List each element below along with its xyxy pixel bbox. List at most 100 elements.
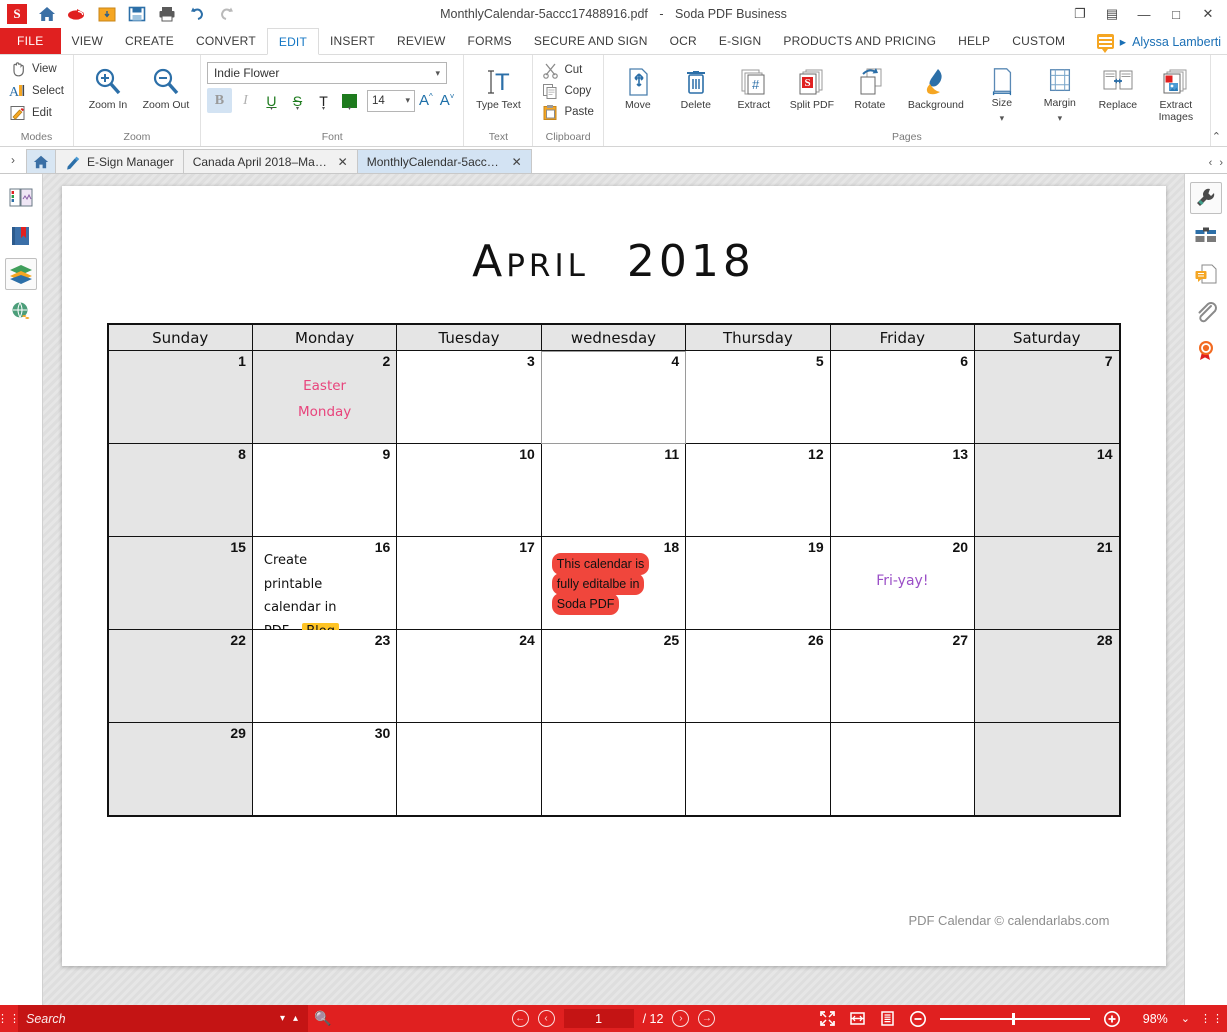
calendar-day-cell[interactable]: 5 bbox=[685, 350, 831, 444]
document-viewport[interactable]: April 2018 Sunday Monday Tuesday wednesda… bbox=[43, 174, 1184, 1005]
calendar-day-cell[interactable]: 9 bbox=[251, 443, 398, 537]
menu-item-view[interactable]: VIEW bbox=[61, 28, 114, 54]
move-pages-button[interactable]: Move bbox=[610, 62, 666, 116]
calendar-day-cell[interactable]: 24 bbox=[396, 629, 542, 723]
close-icon[interactable]: ✕ bbox=[512, 155, 522, 169]
note-friyay[interactable]: Fri-yay! bbox=[831, 559, 974, 589]
calendar-day-cell[interactable] bbox=[974, 722, 1120, 816]
calendar-day-cell[interactable]: 17 bbox=[396, 536, 542, 630]
minimize-button[interactable]: — bbox=[1129, 2, 1159, 26]
bold-button[interactable]: B bbox=[206, 88, 232, 113]
cut-button[interactable]: Cut bbox=[539, 60, 596, 80]
scroll-tabs-left-icon[interactable]: ‹ bbox=[1209, 157, 1213, 169]
user-account[interactable]: ▸ Alyssa Lamberti bbox=[1096, 28, 1221, 55]
replace-pages-button[interactable]: Replace bbox=[1090, 62, 1146, 116]
font-size-select[interactable]: 14 ▾ bbox=[366, 89, 415, 112]
menu-item-file[interactable]: FILE bbox=[0, 28, 61, 54]
zoom-slider[interactable] bbox=[939, 1012, 1090, 1025]
calendar-day-cell[interactable]: 1 bbox=[107, 350, 253, 444]
calendar-day-cell[interactable]: 25 bbox=[540, 629, 687, 723]
scroll-tabs-right-icon[interactable]: › bbox=[1219, 157, 1223, 169]
layers-icon[interactable] bbox=[5, 258, 37, 290]
menu-item-edit[interactable]: EDIT bbox=[266, 28, 319, 55]
rotate-pages-button[interactable]: Rotate bbox=[842, 62, 898, 116]
zoom-slider-track[interactable] bbox=[939, 1012, 1090, 1025]
fit-page-icon[interactable] bbox=[819, 1010, 836, 1027]
delete-pages-button[interactable]: Delete bbox=[668, 62, 724, 116]
menu-item-custom[interactable]: CUSTOM bbox=[1001, 28, 1076, 54]
underline-button[interactable]: U ▾ bbox=[259, 88, 284, 113]
calendar-day-cell[interactable]: 27 bbox=[829, 629, 976, 723]
single-page-view-icon[interactable] bbox=[879, 1010, 896, 1027]
save-icon[interactable] bbox=[124, 2, 150, 26]
zoom-dropdown-icon[interactable]: ⌄ bbox=[1181, 1012, 1190, 1025]
calendar-day-cell[interactable]: 2 Easter Monday bbox=[251, 350, 398, 444]
calendar-day-cell[interactable]: 12 bbox=[685, 443, 831, 537]
menu-item-secure-and-sign[interactable]: SECURE AND SIGN bbox=[523, 28, 659, 54]
page-size-button[interactable]: Size ▾ bbox=[974, 62, 1030, 128]
background-button[interactable]: Background bbox=[900, 62, 972, 116]
calendar-day-cell[interactable]: 18 This calendar is fully editalbe in So… bbox=[540, 536, 687, 630]
font-color-button[interactable]: ▾ bbox=[337, 88, 362, 113]
cloud-upload-icon[interactable] bbox=[64, 2, 90, 26]
bookmarks-icon[interactable] bbox=[5, 220, 37, 252]
calendar-day-cell[interactable]: 13 bbox=[829, 443, 976, 537]
calendar-day-cell[interactable]: 29 bbox=[107, 722, 253, 816]
zoom-level-label[interactable]: 98% bbox=[1134, 1012, 1168, 1026]
calendar-day-cell[interactable]: 23 bbox=[251, 629, 398, 723]
calendar-day-cell[interactable]: 22 bbox=[107, 629, 253, 723]
note-red-highlight[interactable]: This calendar is fully editalbe in Soda … bbox=[551, 553, 674, 615]
calendar-day-cell[interactable]: 10 bbox=[396, 443, 542, 537]
search-box[interactable]: ▾ ▴ bbox=[18, 1005, 308, 1032]
decrease-font-size-button[interactable]: A˅ bbox=[437, 92, 458, 109]
menu-item-convert[interactable]: CONVERT bbox=[185, 28, 267, 54]
page-margin-button[interactable]: Margin ▾ bbox=[1032, 62, 1088, 128]
mode-select-button[interactable]: A Select bbox=[6, 80, 67, 101]
menu-item-products-and-pricing[interactable]: PRODUCTS AND PRICING bbox=[772, 28, 947, 54]
close-icon[interactable]: ✕ bbox=[338, 155, 348, 169]
tab-home[interactable] bbox=[26, 149, 56, 173]
increase-font-size-button[interactable]: A^ bbox=[416, 92, 436, 109]
soda-logo-icon[interactable]: S bbox=[4, 2, 30, 26]
current-page-input[interactable]: 1 bbox=[563, 1009, 634, 1028]
tab-canada-april-2018[interactable]: Canada April 2018–March … ✕ bbox=[182, 149, 358, 173]
calendar-day-cell[interactable] bbox=[540, 722, 687, 816]
next-page-button[interactable]: › bbox=[672, 1010, 690, 1027]
mode-view-button[interactable]: View bbox=[6, 58, 67, 79]
zoom-slider-thumb[interactable] bbox=[1011, 1012, 1015, 1025]
print-icon[interactable] bbox=[154, 2, 180, 26]
menu-item-review[interactable]: REVIEW bbox=[386, 28, 457, 54]
type-text-button[interactable]: T Type Text bbox=[470, 62, 526, 116]
calendar-day-cell[interactable]: 30 bbox=[251, 722, 398, 816]
font-family-select[interactable]: Indie Flower ▾ bbox=[206, 62, 447, 84]
page-thumbnails-icon[interactable] bbox=[5, 182, 37, 214]
previous-page-button[interactable]: ‹ bbox=[537, 1010, 555, 1027]
last-page-button[interactable]: → bbox=[698, 1010, 716, 1027]
redo-icon[interactable] bbox=[214, 2, 240, 26]
calendar-day-cell[interactable]: 14 bbox=[974, 443, 1120, 537]
tab-monthly-calendar[interactable]: MonthlyCalendar-5accc17… ✕ bbox=[356, 149, 532, 173]
expand-tabs-button[interactable]: › bbox=[0, 146, 26, 173]
zoom-in-button[interactable] bbox=[1103, 1010, 1121, 1028]
calendar-day-cell-active-edit[interactable]: 4 bbox=[540, 350, 687, 444]
zoom-in-button[interactable]: Zoom In bbox=[80, 62, 136, 116]
collapse-ribbon-button[interactable]: ⌃ bbox=[1212, 130, 1221, 143]
home-icon[interactable] bbox=[34, 2, 60, 26]
mode-edit-button[interactable]: Edit bbox=[6, 102, 67, 123]
calendar-day-cell[interactable]: 11 bbox=[540, 443, 687, 537]
undo-icon[interactable] bbox=[184, 2, 210, 26]
extract-pages-button[interactable]: # Extract bbox=[726, 62, 782, 116]
split-pdf-button[interactable]: S Split PDF bbox=[784, 62, 840, 116]
fit-width-icon[interactable] bbox=[849, 1010, 866, 1027]
zoom-out-button[interactable]: Zoom Out bbox=[138, 62, 194, 116]
ruler-button[interactable]: Ruler bbox=[1217, 62, 1227, 116]
status-grip-right-icon[interactable]: ⋮⋮ bbox=[1200, 1012, 1223, 1025]
text-effects-button[interactable]: T ▾ bbox=[311, 88, 336, 113]
calendar-day-cell[interactable]: 16 Create printable calendar in PDF - Bl… bbox=[251, 536, 398, 640]
extract-images-button[interactable]: Extract Images bbox=[1148, 62, 1204, 127]
copy-button[interactable]: Copy bbox=[539, 81, 596, 101]
calendar-day-cell[interactable]: 20 Fri-yay! bbox=[829, 536, 976, 630]
menu-item-esign[interactable]: E-SIGN bbox=[708, 28, 773, 54]
tab-esign-manager[interactable]: E-Sign Manager bbox=[55, 149, 184, 173]
maximize-button[interactable]: □ bbox=[1161, 2, 1191, 26]
